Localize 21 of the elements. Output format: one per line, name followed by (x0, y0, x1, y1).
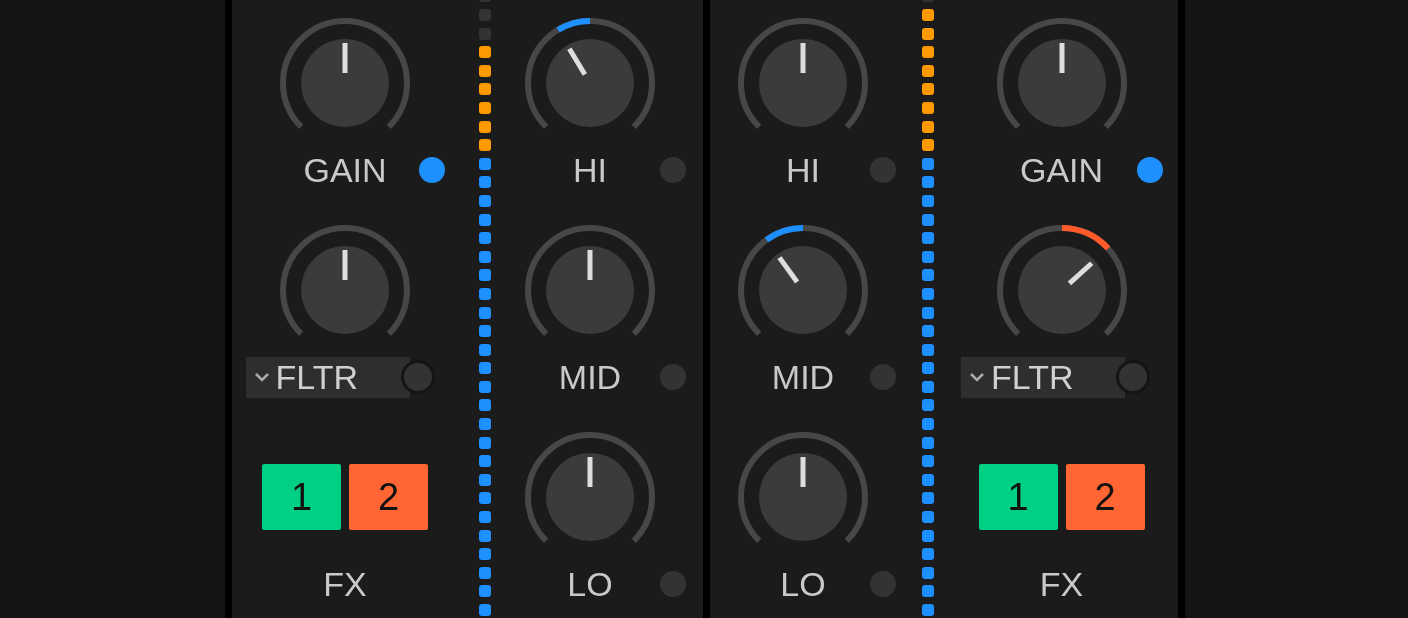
indicator-light[interactable] (1137, 157, 1163, 183)
knob-label: MID (558, 358, 622, 396)
knob-label: LO (780, 565, 826, 603)
indicator-light[interactable] (419, 157, 445, 183)
caret-icon (969, 372, 985, 382)
knob-label: HI (573, 151, 607, 189)
filter-toggle[interactable] (1116, 360, 1150, 394)
filter-dropdown[interactable]: FLTR (961, 356, 1125, 398)
filter-dropdown[interactable]: FLTR (245, 356, 410, 398)
knob-label: GAIN (1019, 151, 1104, 189)
fx-unit-button[interactable]: 2 (1065, 464, 1145, 530)
knob-label: MID (771, 358, 835, 396)
fx-unit-button[interactable]: 1 (262, 464, 341, 530)
caret-icon (253, 372, 270, 382)
knob-label: GAIN (303, 151, 387, 189)
fx-unit-button[interactable]: 2 (349, 464, 428, 530)
fx-label: FX (1039, 565, 1084, 603)
knob-label: LO (567, 565, 613, 603)
fx-unit-button[interactable]: 1 (978, 464, 1058, 530)
knob-label: HI (786, 151, 820, 189)
fx-label: FX (323, 565, 367, 603)
